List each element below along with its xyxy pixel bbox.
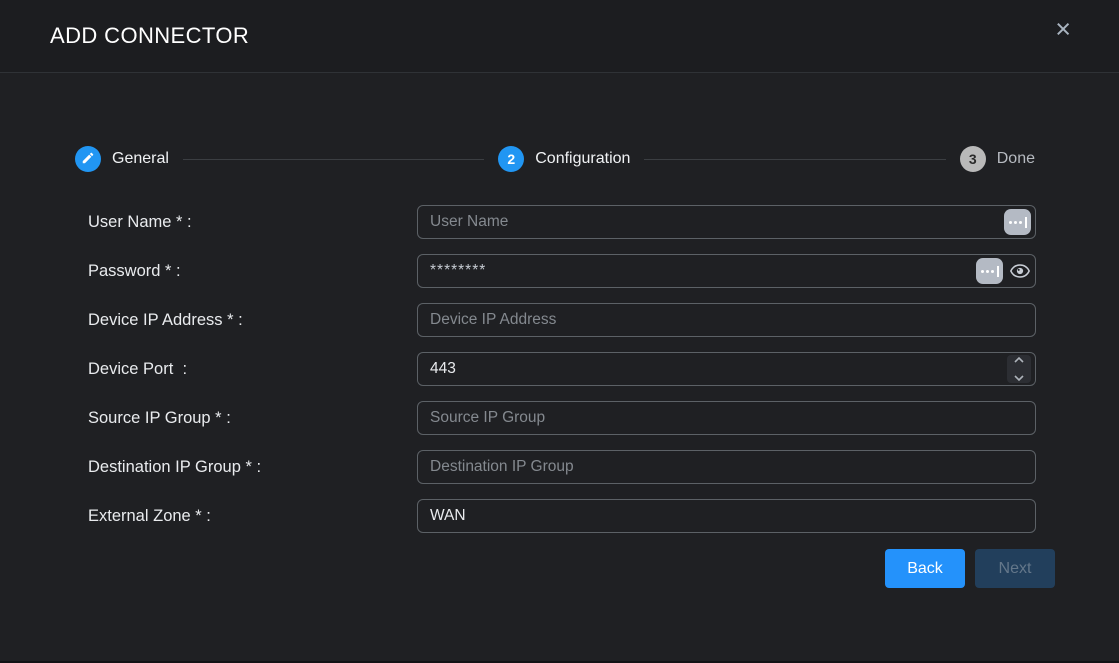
external-zone-input[interactable] — [417, 499, 1036, 533]
close-icon[interactable]: × — [1055, 16, 1071, 43]
connector-form: User Name * : Password * : — [0, 205, 1119, 548]
step-configuration[interactable]: 2 Configuration — [498, 146, 630, 172]
username-input[interactable] — [417, 205, 1036, 239]
chevron-up-icon — [1013, 351, 1025, 369]
wizard-stepper: General 2 Configuration 3 Done — [75, 146, 1035, 172]
back-button[interactable]: Back — [885, 549, 965, 588]
step-configuration-circle[interactable]: 2 — [498, 146, 524, 172]
step-done-circle[interactable]: 3 — [960, 146, 986, 172]
step-done-number: 3 — [969, 151, 977, 167]
stepper-connector-line — [183, 159, 484, 160]
form-row-device-ip: Device IP Address * : — [0, 303, 1119, 337]
next-button[interactable]: Next — [975, 549, 1055, 588]
destination-ip-group-label: Destination IP Group * : — [88, 458, 417, 477]
device-ip-label: Device IP Address * : — [88, 311, 417, 330]
dialog-actions: Back Next — [0, 549, 1119, 588]
step-general[interactable]: General — [75, 146, 169, 172]
source-ip-group-input[interactable] — [417, 401, 1036, 435]
add-connector-dialog: ADD CONNECTOR × General 2 Configuration — [0, 0, 1119, 663]
form-row-username: User Name * : — [0, 205, 1119, 239]
step-configuration-label: Configuration — [535, 150, 630, 168]
step-done[interactable]: 3 Done — [960, 146, 1035, 172]
form-row-password: Password * : — [0, 254, 1119, 288]
step-configuration-number: 2 — [507, 151, 515, 167]
eye-icon[interactable] — [1009, 260, 1031, 282]
autofill-icon[interactable] — [976, 258, 1003, 284]
chevron-down-icon — [1013, 369, 1025, 387]
port-stepper[interactable] — [1007, 355, 1031, 383]
form-row-device-port: Device Port : — [0, 352, 1119, 386]
password-input[interactable] — [417, 254, 1036, 288]
dialog-title: ADD CONNECTOR — [50, 23, 249, 49]
stepper-connector-line — [644, 159, 945, 160]
password-label: Password * : — [88, 262, 417, 281]
step-done-label: Done — [997, 150, 1035, 168]
device-port-input[interactable] — [417, 352, 1036, 386]
step-general-circle[interactable] — [75, 146, 101, 172]
dialog-header: ADD CONNECTOR × — [0, 0, 1119, 73]
step-general-label: General — [112, 150, 169, 168]
device-ip-input[interactable] — [417, 303, 1036, 337]
form-row-external-zone: External Zone * : — [0, 499, 1119, 533]
destination-ip-group-input[interactable] — [417, 450, 1036, 484]
form-row-destination-ip-group: Destination IP Group * : — [0, 450, 1119, 484]
form-row-source-ip-group: Source IP Group * : — [0, 401, 1119, 435]
username-label: User Name * : — [88, 213, 417, 232]
external-zone-label: External Zone * : — [88, 507, 417, 526]
device-port-label: Device Port : — [88, 360, 417, 379]
autofill-icon[interactable] — [1004, 209, 1031, 235]
pencil-icon — [81, 151, 95, 168]
source-ip-group-label: Source IP Group * : — [88, 409, 417, 428]
